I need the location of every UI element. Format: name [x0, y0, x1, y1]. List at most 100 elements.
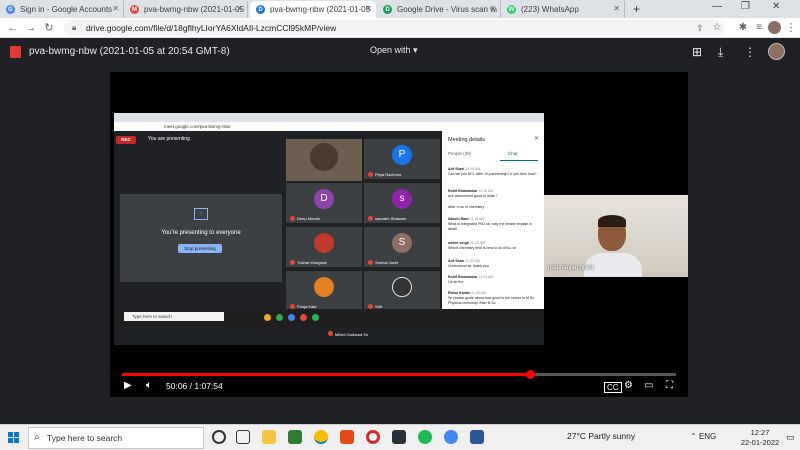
word-icon[interactable]: [470, 430, 484, 444]
task-view-icon[interactable]: [236, 430, 250, 444]
window-restore-icon[interactable]: ❐: [741, 1, 750, 12]
account-avatar[interactable]: [768, 43, 785, 60]
chat-message: Rahul Karale 11:26 AM Sir please guide ab…: [448, 291, 536, 305]
volume-icon[interactable]: 🔈︎: [146, 380, 152, 391]
participant-avatar: P: [392, 145, 412, 165]
scrubber-handle[interactable]: [526, 370, 536, 379]
share-icon[interactable]: ⇪: [693, 21, 707, 35]
open-with-button[interactable]: Open with ▾: [370, 45, 418, 56]
windows-taskbar: ⌕ Type here to search 27°C Partly sunny …: [0, 424, 800, 450]
mic-off-icon: [368, 172, 373, 177]
address-bar[interactable]: 🔒︎ drive.google.com/file/d/18gflhyLIorYA…: [64, 20, 724, 36]
profile-avatar[interactable]: [768, 21, 781, 34]
spotify-icon[interactable]: [418, 430, 432, 444]
drive-icon: D: [383, 5, 392, 14]
close-icon[interactable]: ✕: [489, 4, 496, 13]
tab-drive-active[interactable]: D pva-bwmg-nbw (2021-01-05 at ✕: [250, 1, 376, 18]
weather-widget[interactable]: 27°C Partly sunny: [567, 431, 635, 441]
tab-label: Sign in - Google Accounts: [20, 5, 113, 14]
participant-tile: [286, 139, 362, 181]
tab-gmail[interactable]: M pva-bwmg-nbw (2021-01-05 at ✕: [124, 1, 248, 18]
notification-icon[interactable]: ▭: [786, 432, 795, 443]
video-progress-bar[interactable]: [122, 370, 676, 379]
drive-viewer: pva-bwmg-nbw (2021-01-05 at 20:54 GMT-8)…: [0, 38, 800, 424]
fullscreen-icon[interactable]: ⛶: [666, 380, 673, 391]
mic-off-icon: [328, 331, 333, 336]
whatsapp-icon: W: [507, 5, 516, 14]
recording-badge: REC: [116, 136, 136, 144]
presenter-hair: [598, 215, 626, 227]
reload-icon[interactable]: ↻: [42, 21, 56, 35]
participant-tile: S Snehal Joshi: [364, 227, 440, 267]
chat-message: Sakshi Raut 11:18 AM What is integrated P…: [448, 217, 533, 231]
taskbar-search-input[interactable]: ⌕ Type here to search: [28, 427, 204, 449]
window-minimize-icon[interactable]: —: [712, 1, 722, 12]
extensions-puzzle-icon[interactable]: ✱: [736, 21, 750, 35]
participant-avatar: S: [392, 233, 412, 253]
cortana-icon[interactable]: [212, 430, 226, 444]
system-tray[interactable]: ⌃ ENG: [690, 432, 716, 441]
add-comment-icon[interactable]: ⊞: [692, 45, 702, 59]
language-indicator[interactable]: ENG: [699, 432, 716, 441]
chrome-alt-icon[interactable]: [444, 430, 458, 444]
office-icon[interactable]: [340, 430, 354, 444]
windows-start-icon[interactable]: [8, 432, 20, 444]
app-icon: [288, 314, 295, 321]
participant-tile: Pooja Kala: [286, 271, 362, 311]
close-icon[interactable]: ✕: [112, 4, 119, 13]
participant-tile: D Deep Mundh: [286, 183, 362, 223]
browser-toolbar: ← → ↻ 🔒︎ drive.google.com/file/d/18gflhy…: [0, 18, 800, 38]
presenting-panel: ↑ You're presenting to everyone Stop pre…: [120, 194, 282, 282]
present-screen-icon: ↑: [194, 208, 208, 220]
captions-icon[interactable]: CC: [604, 382, 622, 393]
download-icon[interactable]: ⤓: [718, 45, 723, 60]
taskbar-clock[interactable]: 12:27 22-01-2022: [738, 428, 782, 448]
close-icon[interactable]: ✕: [365, 4, 372, 13]
participant-avatar: [314, 233, 334, 253]
tv-app-icon[interactable]: [392, 430, 406, 444]
participant-tile: s saurabh Shawani: [364, 183, 440, 223]
meeting-details-panel: Meeting details ✕ People (39) Chat Arif …: [442, 131, 544, 327]
store-icon[interactable]: [288, 430, 302, 444]
reading-list-icon[interactable]: ≡: [752, 21, 766, 35]
browser-tab-strip: G Sign in - Google Accounts ✕ M pva-bwmg…: [0, 0, 800, 18]
tab-drive-virus-scan[interactable]: D Google Drive - Virus scan warnin ✕: [377, 1, 501, 18]
details-tabs: People (39) Chat: [448, 151, 538, 161]
participant-avatar: [392, 277, 412, 297]
settings-gear-icon[interactable]: ⚙: [624, 380, 633, 391]
mic-off-icon: [290, 216, 295, 221]
tab-whatsapp[interactable]: W (223) WhatsApp ✕: [501, 1, 625, 18]
bookmark-star-icon[interactable]: ☆: [710, 21, 724, 35]
new-tab-button[interactable]: +: [633, 2, 640, 16]
close-icon[interactable]: ✕: [236, 4, 243, 13]
miniplayer-icon[interactable]: ▭: [644, 380, 653, 391]
close-icon[interactable]: ✕: [534, 135, 539, 142]
presenter-camera: prabhanjan grant: [544, 195, 688, 277]
tab-google-accounts[interactable]: G Sign in - Google Accounts ✕: [0, 1, 124, 18]
chrome-menu-icon[interactable]: ⋮: [784, 21, 798, 35]
meeting-details-title: Meeting details: [448, 137, 485, 143]
mic-off-icon: [368, 260, 373, 265]
shared-windows-taskbar: Type here to search: [114, 309, 544, 327]
chrome-icon[interactable]: [314, 430, 328, 444]
viewer-header: pva-bwmg-nbw (2021-01-05 at 20:54 GMT-8)…: [0, 38, 800, 66]
forward-arrow-icon[interactable]: →: [24, 21, 38, 35]
stop-presenting-button[interactable]: Stop presenting: [178, 244, 222, 253]
tab-chat[interactable]: Chat: [508, 151, 518, 156]
participant-video: [310, 143, 338, 171]
close-icon[interactable]: ✕: [613, 4, 620, 13]
back-arrow-icon[interactable]: ←: [6, 21, 20, 35]
play-icon[interactable]: ▶: [124, 380, 132, 391]
video-player[interactable]: meet.google.com/pva-bwmg-nbw REC You are…: [110, 72, 688, 397]
tab-label: Google Drive - Virus scan warnin: [397, 5, 497, 14]
app-icon: [264, 314, 271, 321]
file-explorer-icon[interactable]: [262, 430, 276, 444]
more-options-icon[interactable]: ⋮: [744, 45, 756, 59]
participant-tile: P Priya Ravindra: [364, 139, 440, 179]
app-icon: [312, 314, 319, 321]
chevron-up-icon[interactable]: ⌃: [690, 432, 697, 441]
participant-tile: Sriti: [364, 271, 440, 311]
window-close-icon[interactable]: ✕: [772, 1, 780, 12]
opera-icon[interactable]: [366, 430, 380, 444]
tab-people[interactable]: People (39): [448, 151, 471, 156]
